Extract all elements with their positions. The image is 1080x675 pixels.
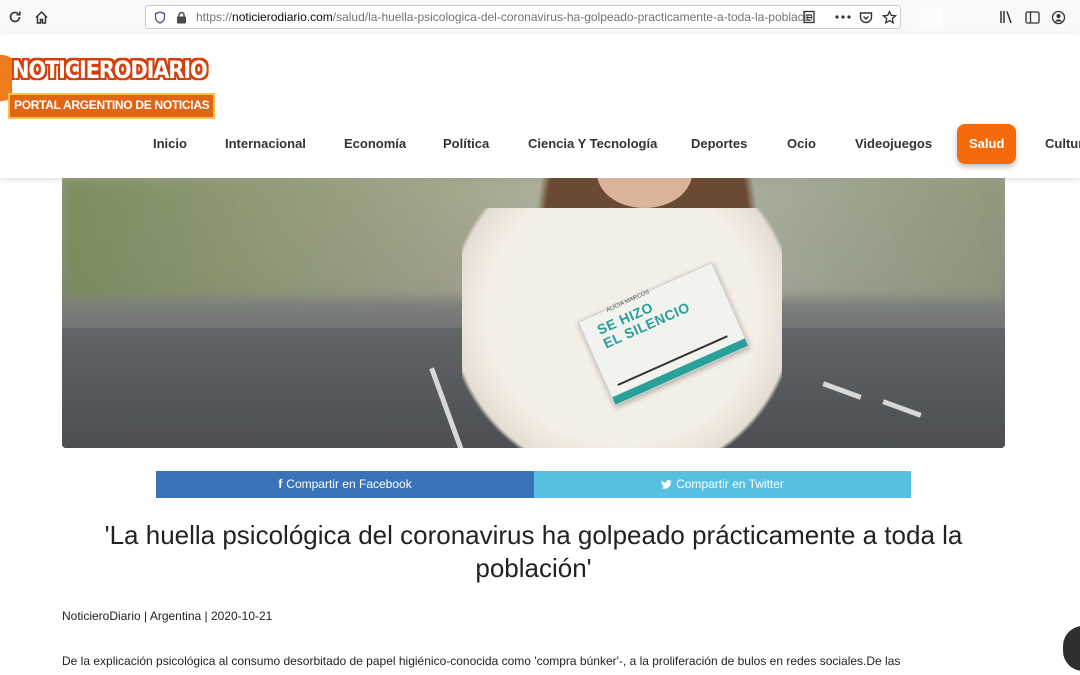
library-icon[interactable] [995, 6, 1017, 28]
article-hero-image: ALICIA MARCOS SE HIZO EL SILENCIO [62, 178, 1005, 448]
site-header: NOTICIERODIARIO PORTAL ARGENTINO DE NOTI… [0, 34, 1080, 178]
share-facebook-label: Compartir en Facebook [286, 477, 412, 491]
share-facebook-button[interactable]: f Compartir en Facebook [156, 471, 534, 498]
home-icon[interactable] [30, 6, 52, 28]
article-byline: NoticieroDiario | Argentina | 2020-10-21 [62, 609, 273, 623]
logo-tagline: PORTAL ARGENTINO DE NOTICIAS [8, 93, 216, 119]
tracking-shield-icon[interactable] [152, 9, 168, 25]
scroll-to-top-button[interactable] [1063, 626, 1080, 671]
menu-item-politica[interactable]: Política [443, 124, 489, 164]
url-text[interactable]: https://noticierodiario.com/salud/la-hue… [196, 7, 942, 27]
facebook-icon: f [278, 477, 283, 491]
url-fade [912, 7, 942, 27]
share-twitter-label: Compartir en Twitter [676, 477, 784, 491]
url-host: noticierodiario.com [232, 10, 333, 24]
menu-item-internacional[interactable]: Internacional [225, 124, 306, 164]
article-title: 'La huella psicológica del coronavirus h… [104, 520, 963, 583]
url-path: /salud/la-huella-psicologica-del-coronav… [332, 10, 814, 24]
reload-icon[interactable] [4, 6, 26, 28]
menu-item-ciencia-tecnologia[interactable]: Ciencia Y Tecnología [528, 124, 657, 164]
address-bar[interactable]: https://noticierodiario.com/salud/la-hue… [145, 5, 942, 29]
page-actions-icon[interactable] [832, 6, 854, 28]
browser-toolbar: https://noticierodiario.com/salud/la-hue… [0, 0, 1080, 35]
article-lead-paragraph: De la explicación psicológica al consumo… [62, 654, 901, 668]
twitter-icon [661, 471, 672, 498]
share-twitter-button[interactable]: Compartir en Twitter [534, 471, 911, 498]
menu-item-salud[interactable]: Salud [957, 124, 1017, 164]
site-logo[interactable]: NOTICIERODIARIO PORTAL ARGENTINO DE NOTI… [0, 54, 216, 124]
main-menu: Inicio Internacional Economía Política C… [0, 124, 1080, 164]
bookmark-star-icon[interactable] [878, 6, 900, 28]
menu-item-economia[interactable]: Economía [344, 124, 406, 164]
url-prefix: https:// [196, 10, 233, 24]
account-icon[interactable] [1047, 6, 1069, 28]
pocket-icon[interactable] [855, 6, 877, 28]
lock-icon[interactable] [173, 9, 189, 25]
menu-item-inicio[interactable]: Inicio [153, 124, 187, 164]
sidebar-icon[interactable] [1021, 6, 1043, 28]
logo-name: NOTICIERODIARIO [12, 56, 208, 84]
menu-item-deportes[interactable]: Deportes [691, 124, 747, 164]
menu-item-videojuegos[interactable]: Videojuegos [855, 124, 932, 164]
menu-item-cultura[interactable]: Cultur [1045, 124, 1080, 164]
reader-view-icon[interactable] [798, 6, 820, 28]
menu-item-ocio[interactable]: Ocio [787, 124, 816, 164]
